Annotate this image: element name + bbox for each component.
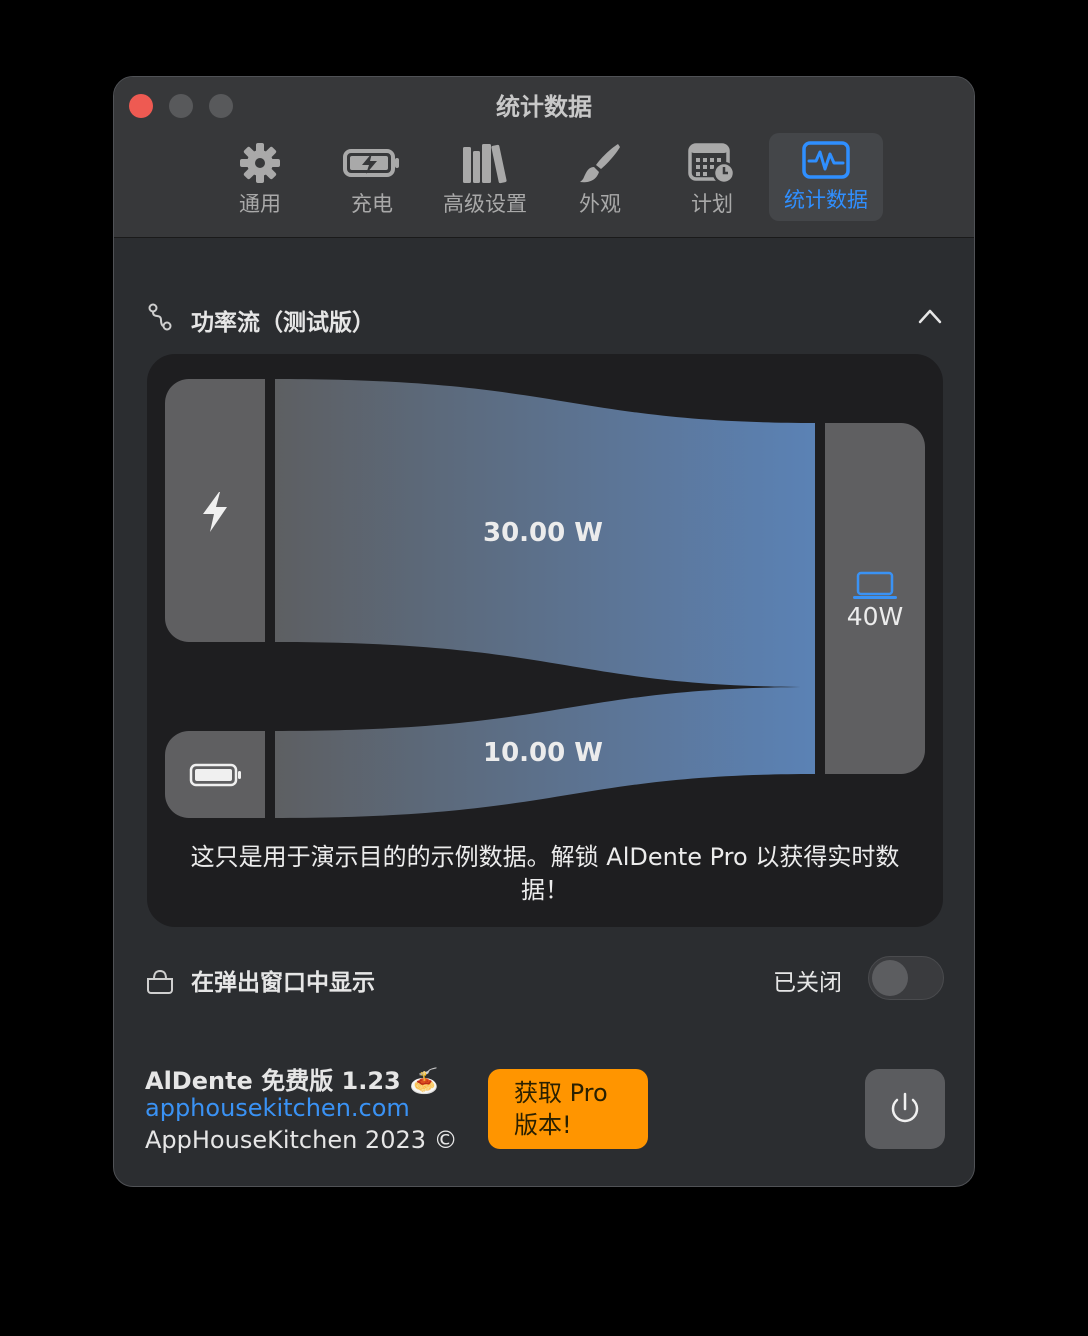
tab-schedule[interactable]: 计划 [655,133,769,221]
copyright-text: AppHouseKitchen 2023 © [145,1126,458,1154]
laptop-watts: 40W [846,602,904,631]
quit-button[interactable] [865,1069,945,1149]
separator [265,731,275,818]
tab-advanced[interactable]: 高级设置 [428,133,542,221]
laptop-node [825,423,925,774]
battery-watts: 10.00 W [483,738,603,768]
books-icon [463,144,507,184]
battery-charging-icon [343,149,399,177]
tab-charging[interactable]: 充电 [315,133,429,221]
show-in-popup-toggle[interactable] [868,956,944,1000]
charger-node [165,379,265,642]
tab-label: 外观 [579,192,621,216]
chevron-up-icon[interactable] [917,307,943,325]
paintbrush-icon [580,144,620,183]
power-flow-card: 30.00 W 10.00 W 40W 这只是用于演示目的的示例数据。解锁 Al… [147,354,943,927]
tab-label: 高级设置 [443,192,527,216]
stats-window: 统计数据 通用 充电 高级设置 外观 计划 统计数据 功率流（测试版） 30.0… [113,76,975,1187]
toolbar: 统计数据 通用 充电 高级设置 外观 计划 统计数据 [114,77,974,238]
tab-label: 计划 [691,192,733,216]
gear-icon [240,143,280,183]
get-pro-button[interactable]: 获取 Pro 版本! [488,1069,648,1149]
tab-label: 通用 [239,192,281,216]
tab-statistics[interactable]: 统计数据 [769,133,883,221]
toggle-knob [872,960,908,996]
tab-appearance[interactable]: 外观 [543,133,657,221]
tab-general[interactable]: 通用 [203,133,317,221]
calendar-clock-icon [688,143,736,185]
website-link[interactable]: apphousekitchen.com [145,1094,410,1122]
window-title: 统计数据 [496,93,592,121]
flow-path-icon [148,303,172,331]
toggle-status-text: 已关闭 [773,970,842,996]
battery-node [165,731,265,818]
separator [815,423,825,774]
show-in-popup-label: 在弹出窗口中显示 [191,970,375,996]
demo-data-note: 这只是用于演示目的的示例数据。解锁 AlDente Pro 以获得实时数据！ [190,843,900,904]
lightning-icon [203,492,227,532]
separator [265,379,275,642]
waveform-icon [802,141,850,179]
power-flow-title: 功率流（测试版） [191,310,375,336]
power-icon [891,1092,919,1123]
popup-bag-icon [147,969,173,994]
battery-icon [189,763,241,787]
tab-label: 充电 [351,192,393,216]
tab-label: 统计数据 [784,188,868,212]
charger-watts: 30.00 W [483,518,603,548]
app-version: AlDente 免费版 1.23 🍝 [145,1067,439,1095]
